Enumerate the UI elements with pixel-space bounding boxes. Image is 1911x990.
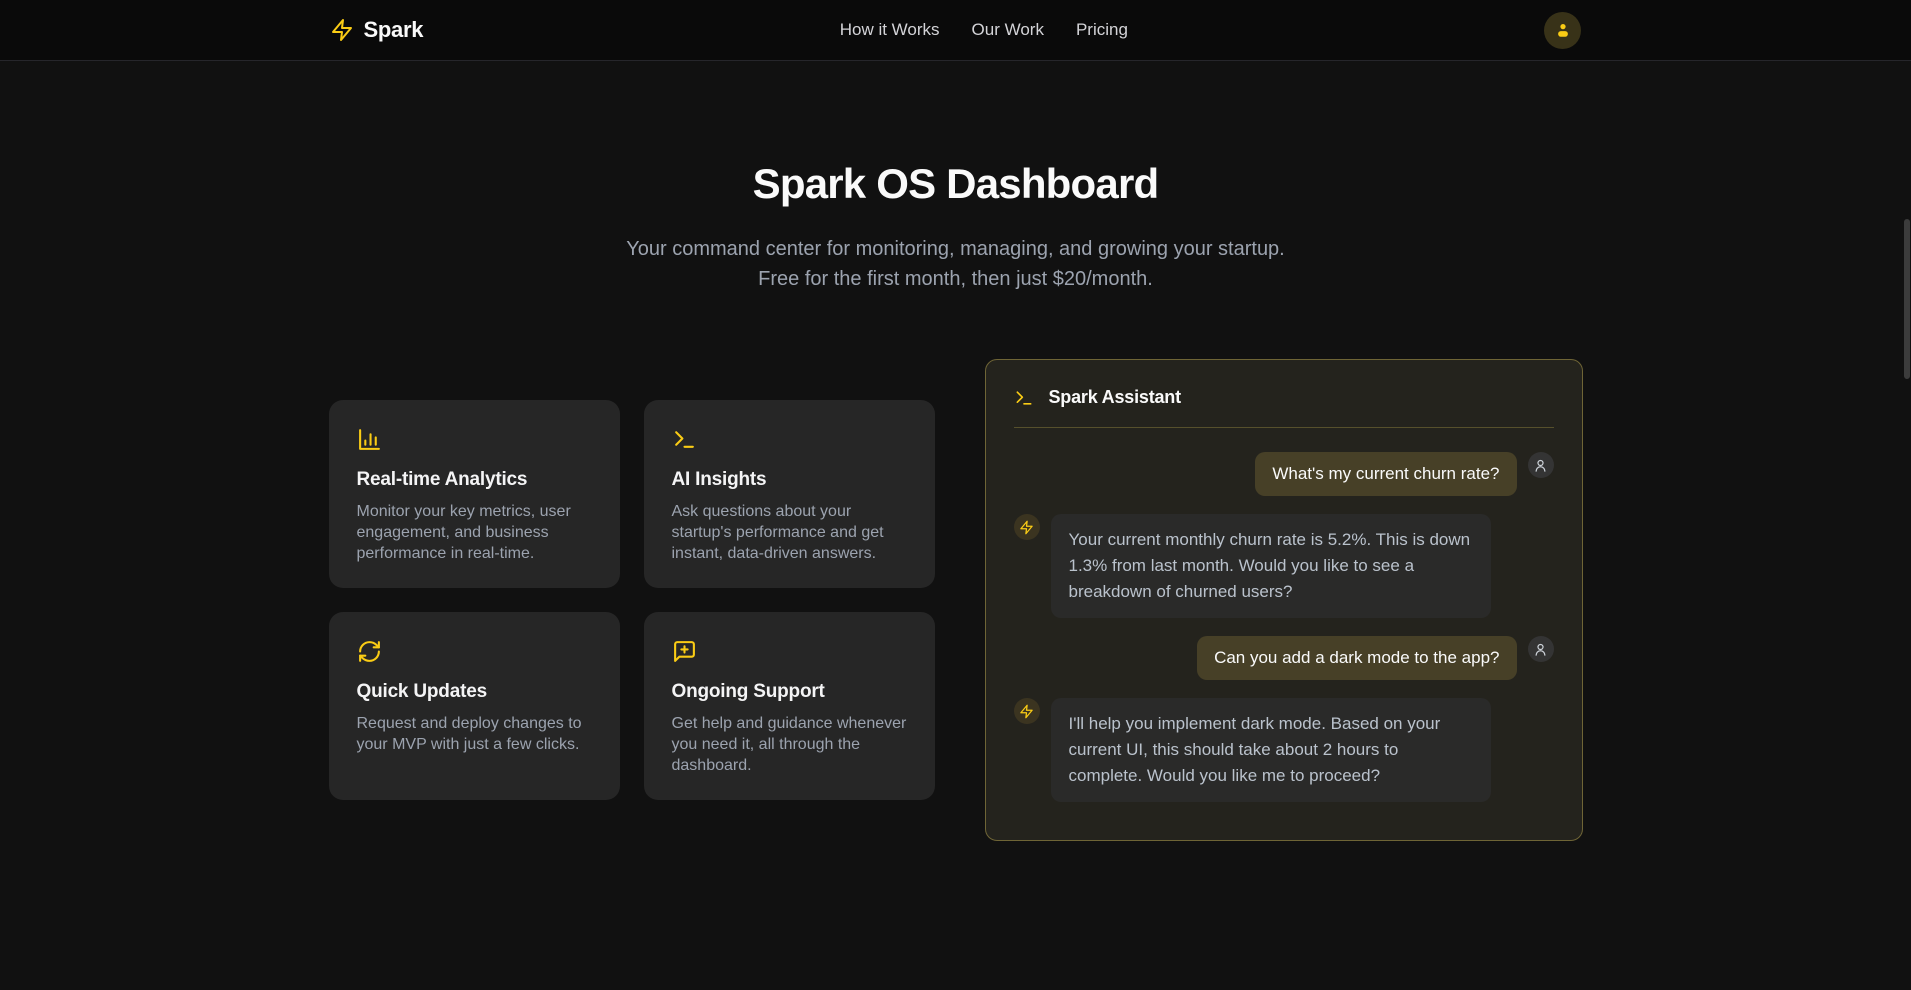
feature-description: Get help and guidance whenever you need … [672, 713, 907, 776]
assistant-avatar [1014, 514, 1040, 540]
assistant-panel: Spark Assistant What's my current churn … [985, 359, 1583, 841]
chat-message-assistant: Your current monthly churn rate is 5.2%.… [1014, 514, 1554, 618]
user-filled-icon [1554, 21, 1572, 39]
feature-title: Real-time Analytics [357, 469, 592, 491]
feature-description: Ask questions about your startup's perfo… [672, 501, 907, 564]
feature-title: AI Insights [672, 469, 907, 491]
chat-message-user: What's my current churn rate? [1014, 452, 1554, 496]
chat-message-user: Can you add a dark mode to the app? [1014, 636, 1554, 680]
nav-link-pricing[interactable]: Pricing [1076, 20, 1128, 40]
scrollbar[interactable] [1904, 219, 1910, 379]
feature-card-quick-updates: Quick Updates Request and deploy changes… [329, 612, 620, 800]
feature-card-ongoing-support: Ongoing Support Get help and guidance wh… [644, 612, 935, 800]
refresh-icon [357, 639, 382, 664]
user-message-bubble: Can you add a dark mode to the app? [1197, 636, 1516, 680]
content-row: Real-time Analytics Monitor your key met… [0, 359, 1911, 841]
user-message-bubble: What's my current churn rate? [1255, 452, 1516, 496]
brand-logo[interactable]: Spark [330, 17, 424, 43]
user-icon [1533, 458, 1548, 473]
spark-bolt-icon [1019, 704, 1034, 719]
navbar: Spark How it Works Our Work Pricing [0, 0, 1911, 61]
assistant-panel-header: Spark Assistant [1014, 387, 1554, 408]
divider [1014, 427, 1554, 428]
terminal-icon [672, 427, 697, 452]
nav-links: How it Works Our Work Pricing [840, 20, 1128, 40]
terminal-icon [1014, 388, 1034, 408]
feature-card-realtime-analytics: Real-time Analytics Monitor your key met… [329, 400, 620, 588]
feature-description: Request and deploy changes to your MVP w… [357, 713, 592, 755]
chat-messages: What's my current churn rate? Your curre… [1014, 452, 1554, 802]
assistant-panel-title: Spark Assistant [1049, 387, 1181, 408]
nav-link-how-it-works[interactable]: How it Works [840, 20, 940, 40]
feature-title: Ongoing Support [672, 681, 907, 703]
nav-link-our-work[interactable]: Our Work [972, 20, 1044, 40]
spark-bolt-icon [330, 18, 354, 42]
assistant-avatar [1014, 698, 1040, 724]
feature-description: Monitor your key metrics, user engagemen… [357, 501, 592, 564]
hero-subtitle: Your command center for monitoring, mana… [606, 234, 1306, 294]
feature-title: Quick Updates [357, 681, 592, 703]
account-avatar-button[interactable] [1544, 12, 1581, 49]
features-grid: Real-time Analytics Monitor your key met… [329, 400, 935, 800]
user-icon [1533, 642, 1548, 657]
spark-bolt-icon [1019, 520, 1034, 535]
assistant-message-bubble: Your current monthly churn rate is 5.2%.… [1051, 514, 1491, 618]
main-content: Spark OS Dashboard Your command center f… [0, 61, 1911, 841]
brand-name: Spark [364, 17, 424, 43]
bar-chart-icon [357, 427, 382, 452]
feature-card-ai-insights: AI Insights Ask questions about your sta… [644, 400, 935, 588]
user-avatar [1528, 452, 1554, 478]
message-square-plus-icon [672, 639, 697, 664]
assistant-message-bubble: I'll help you implement dark mode. Based… [1051, 698, 1491, 802]
page-title: Spark OS Dashboard [0, 160, 1911, 208]
navbar-inner: Spark How it Works Our Work Pricing [330, 0, 1582, 60]
chat-message-assistant: I'll help you implement dark mode. Based… [1014, 698, 1554, 802]
user-avatar [1528, 636, 1554, 662]
